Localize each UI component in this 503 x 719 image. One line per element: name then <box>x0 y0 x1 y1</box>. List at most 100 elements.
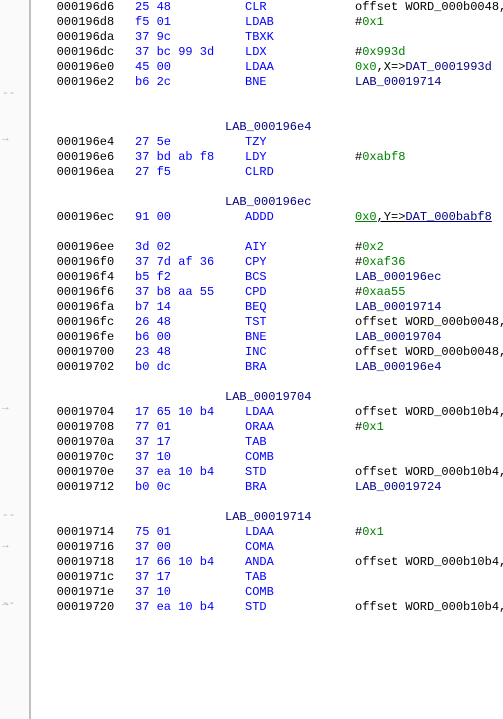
operand-label[interactable]: LAB_00019714 <box>355 300 441 314</box>
instruction-row[interactable]: 000196e045 00LDAA0x0,X=>DAT_0001993d <box>35 60 503 75</box>
mnemonic[interactable]: TAB <box>245 570 355 585</box>
disassembly-listing[interactable]: 000196d625 48CLRoffset WORD_000b0048,Z 0… <box>30 0 503 719</box>
instruction-row[interactable]: 000196f4b5 f2BCSLAB_000196ec <box>35 270 503 285</box>
operand-number[interactable]: 0x0 <box>355 210 377 224</box>
address[interactable]: 0001970a <box>35 435 135 450</box>
address[interactable]: 000196f4 <box>35 270 135 285</box>
operand-label[interactable]: LAB_00019704 <box>355 330 441 344</box>
address[interactable]: 00019712 <box>35 480 135 495</box>
mnemonic[interactable]: LDAA <box>245 525 355 540</box>
operand-number[interactable]: 0x993d <box>362 45 405 59</box>
address[interactable]: 0001970e <box>35 465 135 480</box>
operand-number[interactable]: 0x2 <box>362 240 384 254</box>
address[interactable]: 000196dc <box>35 45 135 60</box>
address[interactable]: 00019708 <box>35 420 135 435</box>
instruction-row[interactable]: 000196feb6 00BNELAB_00019704 <box>35 330 503 345</box>
instruction-row[interactable]: 000196ec91 00ADDD0x0,Y=>DAT_000babf8 <box>35 210 503 225</box>
instruction-row[interactable]: 000196d8f5 01LDAB#0x1 <box>35 15 503 30</box>
operand-text[interactable]: ,Z <box>499 555 503 569</box>
instruction-row[interactable]: 000196f637 b8 aa 55CPD#0xaa55 <box>35 285 503 300</box>
address[interactable]: 000196da <box>35 30 135 45</box>
address[interactable]: 000196ee <box>35 240 135 255</box>
mnemonic[interactable]: COMB <box>245 450 355 465</box>
instruction-row[interactable]: 000196ee3d 02AIY#0x2 <box>35 240 503 255</box>
operand-text[interactable]: ,Z <box>499 315 503 329</box>
mnemonic[interactable]: LDX <box>245 45 355 60</box>
mnemonic[interactable]: CLR <box>245 0 355 15</box>
operand-text[interactable]: ,Z <box>499 0 503 14</box>
address[interactable]: 0001971c <box>35 570 135 585</box>
operand-text[interactable]: offset WORD_000b10b4 <box>355 465 499 479</box>
address[interactable]: 0001971e <box>35 585 135 600</box>
mnemonic[interactable]: BRA <box>245 480 355 495</box>
mnemonic[interactable]: STD <box>245 600 355 615</box>
operand-label[interactable]: DAT_0001993d <box>405 60 491 74</box>
mnemonic[interactable]: AIY <box>245 240 355 255</box>
operand-number[interactable]: 0xaf36 <box>362 255 405 269</box>
instruction-row[interactable]: 000196e427 5eTZY <box>35 135 503 150</box>
operand-label[interactable]: LAB_00019724 <box>355 480 441 494</box>
mnemonic[interactable]: CPD <box>245 285 355 300</box>
operand-text[interactable]: ,Z <box>499 405 503 419</box>
mnemonic[interactable]: TAB <box>245 435 355 450</box>
operand-label[interactable]: LAB_00019714 <box>355 75 441 89</box>
instruction-row[interactable]: 000196dc37 bc 99 3dLDX#0x993d <box>35 45 503 60</box>
mnemonic[interactable]: CLRD <box>245 165 355 180</box>
operand-text[interactable]: offset WORD_000b0048 <box>355 0 499 14</box>
address[interactable]: 00019716 <box>35 540 135 555</box>
mnemonic[interactable]: LDAB <box>245 15 355 30</box>
operand-number[interactable]: 0xabf8 <box>362 150 405 164</box>
instruction-row[interactable]: 000196da37 9cTBXK <box>35 30 503 45</box>
operand-number[interactable]: 0x0 <box>355 60 377 74</box>
instruction-row[interactable]: 0001970417 65 10 b4LDAAoffset WORD_000b1… <box>35 405 503 420</box>
operand-text[interactable]: offset WORD_000b10b4 <box>355 600 499 614</box>
mnemonic[interactable]: ANDA <box>245 555 355 570</box>
code-label[interactable]: LAB_000196e4 <box>35 120 503 135</box>
operand-text[interactable]: ,Z <box>499 600 503 614</box>
code-label[interactable]: LAB_00019714 <box>35 510 503 525</box>
instruction-row[interactable]: 0001971475 01LDAA#0x1 <box>35 525 503 540</box>
mnemonic[interactable]: BCS <box>245 270 355 285</box>
instruction-row[interactable]: 000196fc26 48TSToffset WORD_000b0048,Z <box>35 315 503 330</box>
address[interactable]: 00019702 <box>35 360 135 375</box>
address[interactable]: 000196d8 <box>35 15 135 30</box>
operand-number[interactable]: 0xaa55 <box>362 285 405 299</box>
code-label[interactable]: LAB_000196ec <box>35 195 503 210</box>
instruction-row[interactable]: 00019702b0 dcBRALAB_000196e4 <box>35 360 503 375</box>
operand-text[interactable]: offset WORD_000b0048 <box>355 345 499 359</box>
operand-number[interactable]: 0x1 <box>362 420 384 434</box>
operand-text[interactable]: ,X=> <box>377 60 406 74</box>
instruction-row[interactable]: 0001971c37 17TAB <box>35 570 503 585</box>
address[interactable]: 00019718 <box>35 555 135 570</box>
mnemonic[interactable]: BEQ <box>245 300 355 315</box>
operand-label[interactable]: LAB_000196e4 <box>355 360 441 374</box>
operand-text[interactable]: ,Z <box>499 345 503 359</box>
instruction-row[interactable]: 0001970a37 17TAB <box>35 435 503 450</box>
address[interactable]: 000196e4 <box>35 135 135 150</box>
instruction-row[interactable]: 00019712b0 0cBRALAB_00019724 <box>35 480 503 495</box>
mnemonic[interactable]: BNE <box>245 75 355 90</box>
address[interactable]: 000196fa <box>35 300 135 315</box>
address[interactable]: 000196f6 <box>35 285 135 300</box>
address[interactable]: 000196ec <box>35 210 135 225</box>
address[interactable]: 000196d6 <box>35 0 135 15</box>
address[interactable]: 000196e0 <box>35 60 135 75</box>
mnemonic[interactable]: LDAA <box>245 405 355 420</box>
mnemonic[interactable]: TBXK <box>245 30 355 45</box>
instruction-row[interactable]: 000196f037 7d af 36CPY#0xaf36 <box>35 255 503 270</box>
instruction-row[interactable]: 000196e637 bd ab f8LDY#0xabf8 <box>35 150 503 165</box>
mnemonic[interactable]: TZY <box>245 135 355 150</box>
address[interactable]: 000196ea <box>35 165 135 180</box>
address[interactable]: 000196e2 <box>35 75 135 90</box>
code-label[interactable]: LAB_00019704 <box>35 390 503 405</box>
instruction-row[interactable]: 000196d625 48CLRoffset WORD_000b0048,Z <box>35 0 503 15</box>
instruction-row[interactable]: 0001971637 00COMA <box>35 540 503 555</box>
instruction-row[interactable]: 0001970023 48INCoffset WORD_000b0048,Z <box>35 345 503 360</box>
address[interactable]: 00019700 <box>35 345 135 360</box>
address[interactable]: 0001970c <box>35 450 135 465</box>
mnemonic[interactable]: BNE <box>245 330 355 345</box>
mnemonic[interactable]: COMA <box>245 540 355 555</box>
operand-text[interactable]: offset WORD_000b0048 <box>355 315 499 329</box>
mnemonic[interactable]: COMB <box>245 585 355 600</box>
instruction-row[interactable]: 0001971e37 10COMB <box>35 585 503 600</box>
